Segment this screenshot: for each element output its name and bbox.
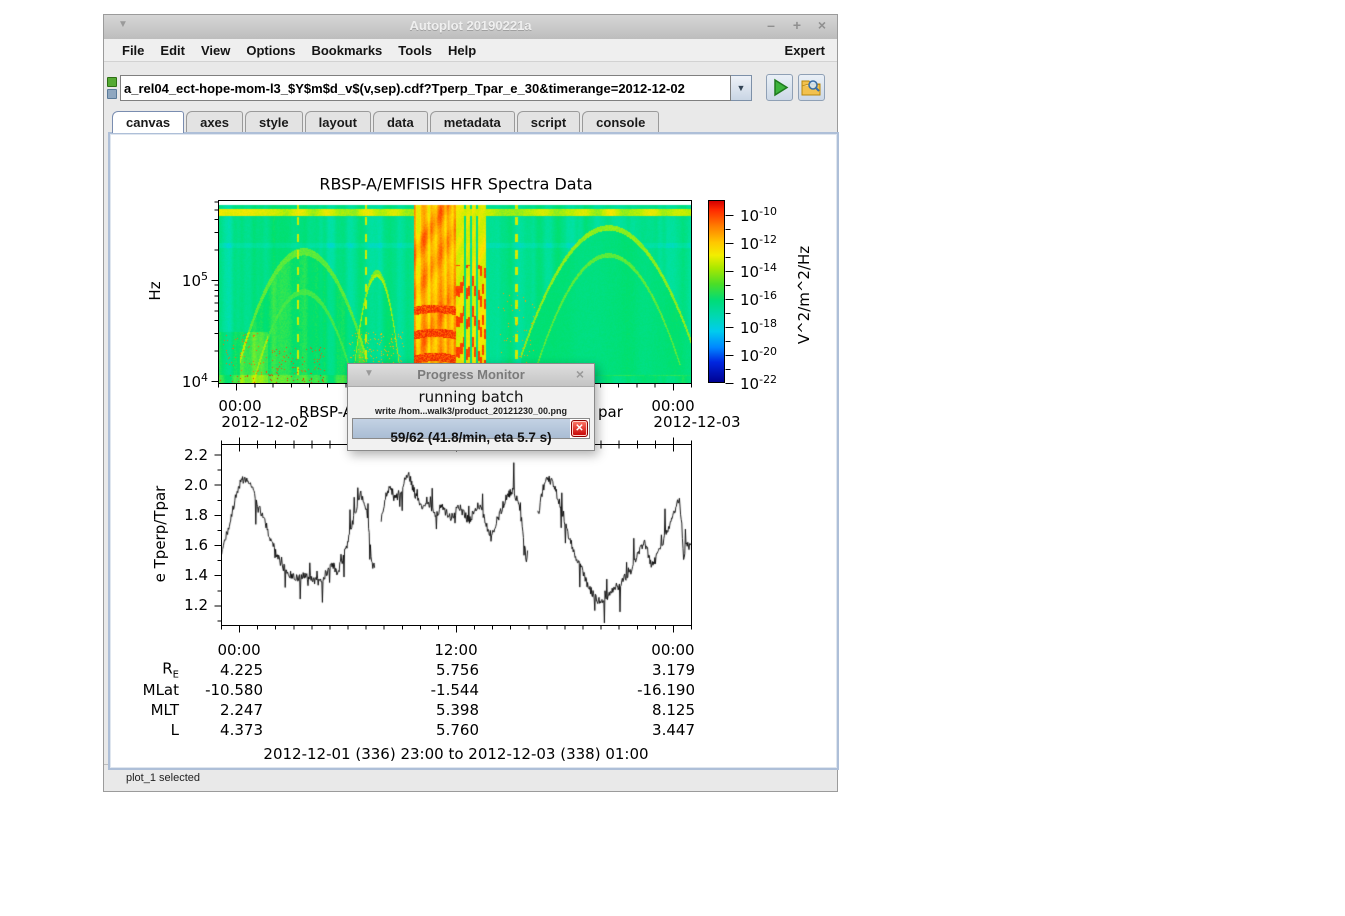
menu-bar: FileEditViewOptionsBookmarksToolsHelp Exp… — [104, 39, 837, 62]
spectrogram-ylabel: Hz — [146, 281, 164, 300]
address-row: ▼ — [104, 75, 837, 105]
go-button[interactable] — [766, 74, 793, 101]
datasource-green-icon — [107, 77, 117, 87]
spectrogram-xtick-right-date: 2012-12-03 — [653, 413, 740, 431]
progress-monitor-dialog: ▼ Progress Monitor × running batch write… — [347, 363, 595, 451]
plot-canvas-panel: RBSP-A/EMFISIS HFR Spectra Data Hz V^2/m… — [108, 132, 839, 770]
menu-view[interactable]: View — [193, 43, 238, 58]
table-value-L-2: 3.447 — [652, 721, 695, 739]
table-label-MLT: MLT — [151, 701, 179, 719]
progress-close-icon[interactable]: × — [576, 366, 584, 382]
line-ytick-1.4: 1.4 — [184, 566, 208, 584]
spectrogram-title: RBSP-A/EMFISIS HFR Spectra Data — [319, 175, 592, 194]
plot2-title-fragment-left: RBSP-A — [299, 403, 353, 421]
colorbar-tick-10e-12: 10-12 — [740, 233, 777, 253]
line-ytick-1.8: 1.8 — [184, 506, 208, 524]
line-xtick-1: 12:00 — [434, 641, 477, 659]
line-ytick-1.6: 1.6 — [184, 536, 208, 554]
tab-console[interactable]: console — [582, 111, 659, 133]
progress-dialog-title: Progress Monitor — [348, 367, 594, 382]
table-label-MLat: MLat — [143, 681, 179, 699]
menu-bookmarks[interactable]: Bookmarks — [303, 43, 390, 58]
table-value-R-2: 3.179 — [652, 661, 695, 679]
line-ytick-1.2: 1.2 — [184, 596, 208, 614]
close-button[interactable]: × — [812, 17, 832, 35]
colorbar-tick-10e-14: 10-14 — [740, 261, 777, 281]
spectrogram-plot[interactable] — [218, 200, 691, 383]
tab-script[interactable]: script — [517, 111, 580, 133]
app-window: ▼ Autoplot 20190221a – + × FileEditViewO… — [103, 14, 838, 792]
progress-detail-label: write /hom...walk3/product_20121230_00.p… — [348, 406, 594, 416]
status-text: plot_1 selected — [126, 772, 200, 784]
table-label-L: L — [171, 721, 179, 739]
maximize-button[interactable]: + — [787, 17, 807, 35]
progress-task-label: running batch — [348, 388, 594, 406]
table-value-R-1: 5.756 — [436, 661, 479, 679]
table-value-MLT-2: 8.125 — [652, 701, 695, 719]
timeseries-plot[interactable] — [221, 444, 691, 625]
colorbar-tick-10e-10: 10-10 — [740, 205, 777, 225]
progress-status-label: 59/62 (41.8/min, eta 5.7 s) — [348, 430, 594, 445]
plot2-title-fragment-right: par — [598, 403, 623, 421]
spectrogram-xtick-left-date: 2012-12-02 — [221, 413, 308, 431]
expert-menu[interactable]: Expert — [785, 43, 825, 58]
tab-metadata[interactable]: metadata — [430, 111, 515, 133]
menu-file[interactable]: File — [114, 43, 152, 58]
folder-search-icon — [799, 75, 824, 100]
spec-ytick-10e5: 105 — [182, 270, 208, 290]
table-value-L-0: 4.373 — [220, 721, 263, 739]
menu-help[interactable]: Help — [440, 43, 484, 58]
window-title-bar[interactable]: ▼ Autoplot 20190221a – + × — [104, 15, 837, 40]
colorbar-tick-10e-20: 10-20 — [740, 345, 777, 365]
table-value-L-1: 5.760 — [436, 721, 479, 739]
spec-ytick-10e4: 104 — [182, 371, 208, 391]
menu-tools[interactable]: Tools — [390, 43, 440, 58]
table-value-MLat-0: -10.580 — [205, 681, 263, 699]
colorbar — [708, 200, 725, 383]
play-icon — [767, 75, 792, 100]
tab-data[interactable]: data — [373, 111, 428, 133]
tab-row: canvasaxesstylelayoutdatametadatascriptc… — [112, 111, 659, 132]
timeseries-ylabel: e Tperp/Tpar — [151, 486, 169, 583]
menu-edit[interactable]: Edit — [152, 43, 193, 58]
tab-axes[interactable]: axes — [186, 111, 243, 133]
table-value-MLat-2: -16.190 — [637, 681, 695, 699]
menu-options[interactable]: Options — [238, 43, 303, 58]
tab-canvas[interactable]: canvas — [112, 111, 184, 133]
table-value-MLT-1: 5.398 — [436, 701, 479, 719]
line-ytick-2.0: 2.0 — [184, 476, 208, 494]
table-value-R-0: 4.225 — [220, 661, 263, 679]
tab-style[interactable]: style — [245, 111, 303, 133]
table-value-MLT-0: 2.247 — [220, 701, 263, 719]
inspect-button[interactable] — [798, 74, 825, 101]
table-label-R: RE — [162, 660, 179, 681]
colorbar-tick-10e-18: 10-18 — [740, 317, 777, 337]
line-xtick-2: 00:00 — [651, 641, 694, 659]
table-value-MLat-1: -1.544 — [431, 681, 479, 699]
uri-input[interactable] — [120, 75, 731, 101]
line-xtick-0: 00:00 — [217, 641, 260, 659]
progress-dialog-title-bar[interactable]: ▼ Progress Monitor × — [348, 364, 594, 387]
colorbar-tick-10e-16: 10-16 — [740, 289, 777, 309]
line-ytick-2.2: 2.2 — [184, 446, 208, 464]
colorbar-unit-label: V^2/m^2/Hz — [795, 246, 813, 344]
timerange-footer: 2012-12-01 (336) 23:00 to 2012-12-03 (33… — [263, 745, 648, 763]
uri-dropdown-button[interactable]: ▼ — [731, 75, 752, 101]
minimize-button[interactable]: – — [761, 17, 781, 35]
tab-layout[interactable]: layout — [305, 111, 371, 133]
datasource-blue-icon — [107, 89, 117, 99]
window-title: Autoplot 20190221a — [104, 18, 837, 33]
colorbar-tick-10e-22: 10-22 — [740, 373, 777, 393]
